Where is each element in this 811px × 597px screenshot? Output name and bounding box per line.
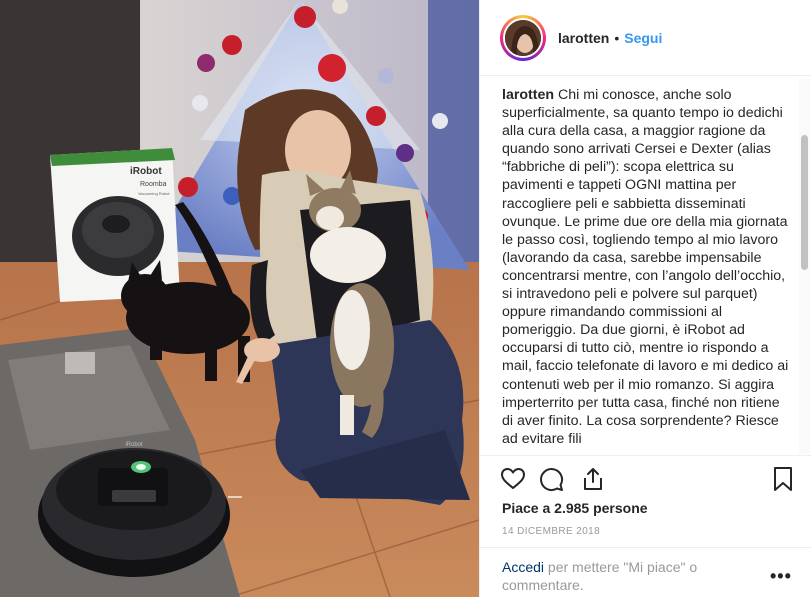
login-prompt: Accedi per mettere "Mi piace" o commenta… <box>480 547 811 597</box>
follow-button[interactable]: Segui <box>624 30 662 46</box>
action-icons <box>500 466 800 492</box>
likes-count[interactable]: Piace a 2.985 persone <box>502 500 648 516</box>
post-date: 14 DICEMBRE 2018 <box>502 526 601 537</box>
post-actions: Piace a 2.985 persone 14 DICEMBRE 2018 A… <box>480 455 811 597</box>
caption: larotten Chi mi conosce, anche solo super… <box>502 86 794 455</box>
caption-text: Chi mi conosce, anche solo superficialme… <box>502 87 789 447</box>
photo-illustration: iRobot Roomba Vacuuming Robot iRobot <box>0 0 479 597</box>
share-icon[interactable] <box>580 466 606 492</box>
login-text: Accedi per mettere "Mi piace" o commenta… <box>502 558 742 594</box>
bookmark-icon[interactable] <box>770 466 796 492</box>
heart-icon[interactable] <box>500 466 526 492</box>
header-username[interactable]: larotten <box>558 30 609 46</box>
box-model: Roomba <box>140 181 167 188</box>
comment-icon[interactable] <box>538 466 564 492</box>
login-link[interactable]: Accedi <box>502 559 544 575</box>
box-brand: iRobot <box>130 166 162 177</box>
avatar-image <box>505 19 541 56</box>
caption-scrollbar-thumb[interactable] <box>801 135 808 270</box>
avatar[interactable] <box>503 17 543 58</box>
avatar-ring[interactable] <box>500 14 546 61</box>
header-separator: • <box>614 29 620 46</box>
post-header: larotten • Segui <box>480 0 811 76</box>
robot-brand: iRobot <box>125 442 143 448</box>
more-options-icon[interactable]: ••• <box>770 566 792 587</box>
post-photo[interactable]: iRobot Roomba Vacuuming Robot iRobot <box>0 0 479 597</box>
caption-username[interactable]: larotten <box>502 87 554 103</box>
caption-scrollbar[interactable] <box>799 79 810 454</box>
box-subtitle: Vacuuming Robot <box>138 191 170 196</box>
post-side-panel: larotten • Segui larotten Chi mi conosce,… <box>479 0 811 597</box>
